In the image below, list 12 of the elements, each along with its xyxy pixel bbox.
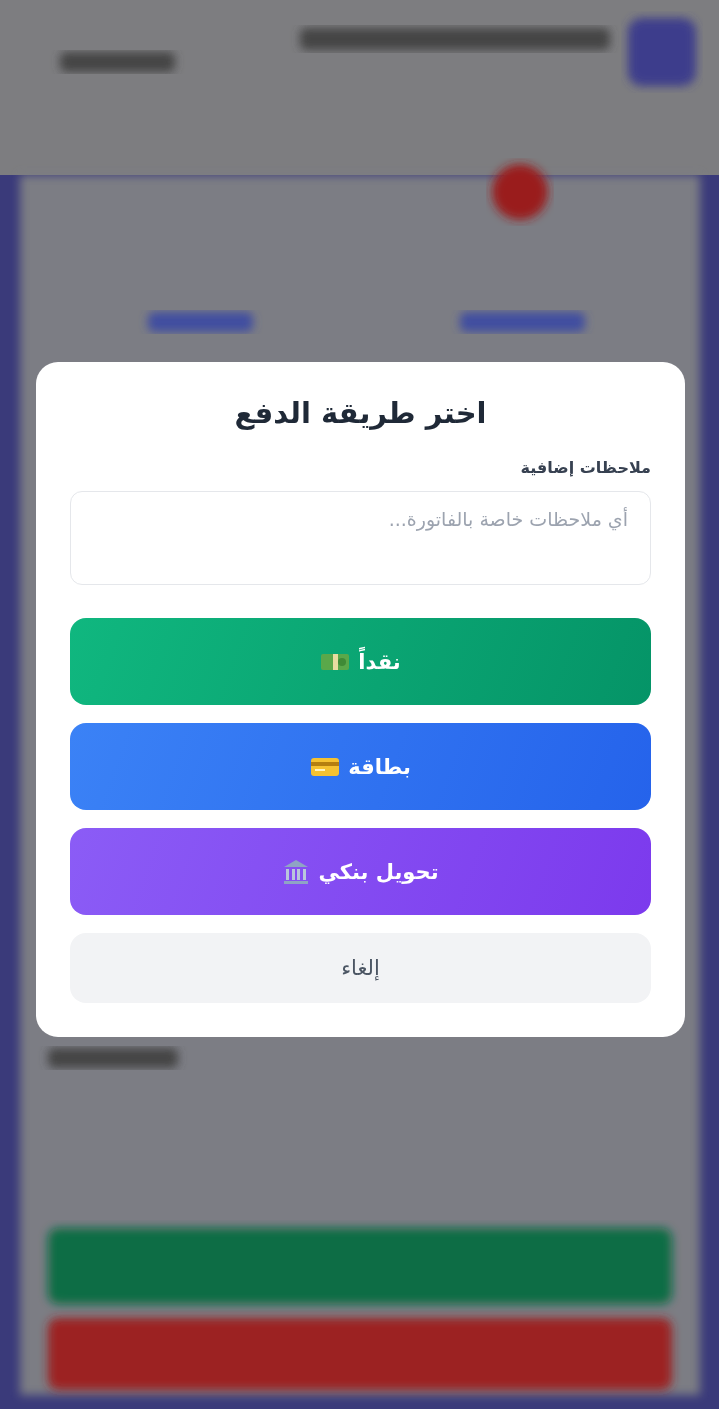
notes-label: ملاحظات إضافية <box>520 458 651 477</box>
cancel-button[interactable]: إلغاء <box>70 933 651 1003</box>
payment-button[interactable]: نقداً <box>70 618 651 705</box>
bank-icon <box>282 857 311 886</box>
banknote-icon <box>320 651 351 672</box>
notes-field[interactable]: أي ملاحظات خاصة بالفاتورة... <box>70 491 651 585</box>
credit-card-icon <box>310 755 341 778</box>
dialog-title: اختر طريقة الدفع <box>233 396 488 430</box>
payment-button[interactable]: بطاقة <box>70 723 651 810</box>
payment-button[interactable]: تحويل بنكي <box>70 828 651 915</box>
tomato-icon <box>492 164 548 220</box>
app-logo <box>628 18 696 86</box>
